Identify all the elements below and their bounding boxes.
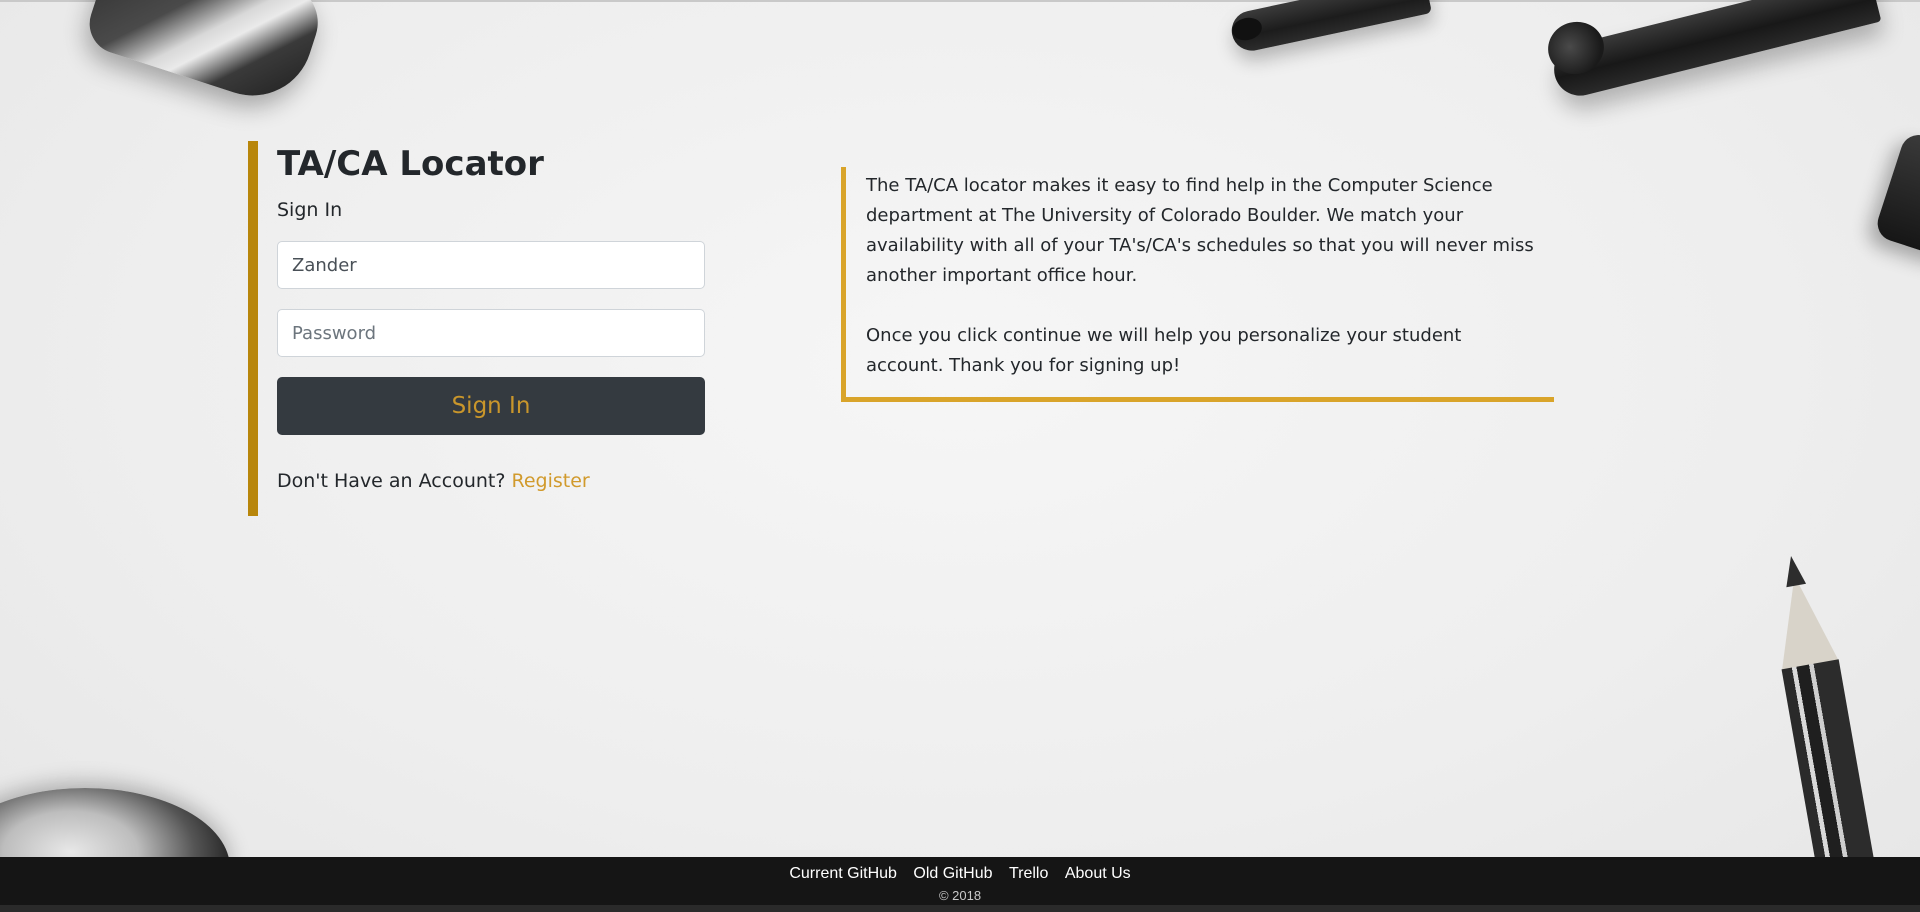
- footer: Current GitHub Old GitHub Trello About U…: [0, 857, 1920, 912]
- eraser-image: [1872, 130, 1920, 260]
- username-input[interactable]: [277, 241, 705, 289]
- info-panel: The TA/CA locator makes it easy to find …: [841, 167, 1554, 402]
- trello-link[interactable]: Trello: [1009, 865, 1048, 882]
- copyright: © 2018: [938, 888, 982, 903]
- sign-in-heading: Sign In: [277, 199, 343, 221]
- current-github-link[interactable]: Current GitHub: [789, 865, 897, 882]
- register-prompt-line: Don't Have an Account? Register: [277, 469, 708, 493]
- info-paragraph: The TA/CA locator makes it easy to find …: [866, 175, 1534, 286]
- about-us-link[interactable]: About Us: [1065, 865, 1131, 882]
- sign-in-button[interactable]: Sign In: [277, 377, 705, 435]
- pencil-image: [1762, 551, 1881, 906]
- register-prompt: Don't Have an Account?: [277, 470, 506, 492]
- register-link[interactable]: Register: [511, 470, 589, 492]
- info-paragraph: Once you click continue we will help you…: [866, 325, 1462, 376]
- binder-clip-image: [81, 0, 329, 112]
- footer-links: Current GitHub Old GitHub Trello About U…: [0, 857, 1920, 884]
- login-panel: TA/CA Locator Sign In Sign In Don't Have…: [248, 141, 708, 516]
- footer-bottom-bar: [0, 905, 1920, 912]
- password-input[interactable]: [277, 309, 705, 357]
- old-github-link[interactable]: Old GitHub: [913, 865, 992, 882]
- page-title: TA/CA Locator: [277, 144, 544, 184]
